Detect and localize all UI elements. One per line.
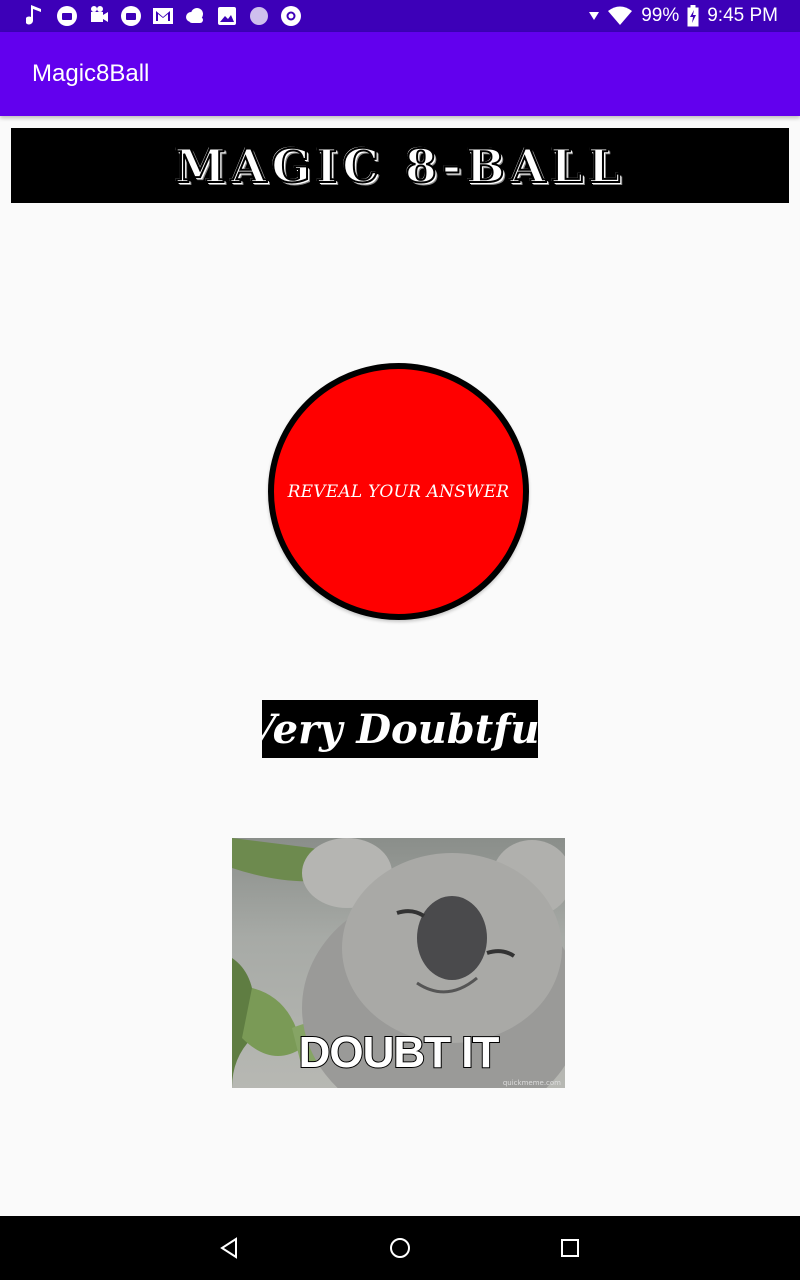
video-camera-icon: [88, 5, 110, 27]
app-bar: Magic8Ball: [0, 32, 800, 116]
answer-box: Very Doubtful: [262, 700, 538, 758]
back-icon[interactable]: [218, 1236, 242, 1260]
recents-icon[interactable]: [558, 1236, 582, 1260]
koala-meme-image: DOUBT IT quickmeme.com: [232, 838, 565, 1088]
magic-8-ball-banner: MAGIC 8-BALL: [11, 128, 789, 203]
chrome-icon: [280, 5, 302, 27]
signal-arrow-icon: [589, 5, 600, 27]
battery-percent: 99%: [641, 5, 680, 26]
answer-text: Very Doubtful: [262, 705, 538, 753]
meme-caption: DOUBT IT: [298, 1027, 501, 1078]
wifi-icon: [607, 5, 633, 27]
battery-icon: [687, 5, 699, 27]
app-title: Magic8Ball: [32, 60, 150, 87]
reveal-answer-button[interactable]: REVEAL YOUR ANSWER: [268, 363, 529, 620]
banner-title: MAGIC 8-BALL: [174, 138, 626, 194]
music-note-icon: [24, 5, 46, 27]
android-notification-icon: [120, 5, 142, 27]
reveal-answer-label: REVEAL YOUR ANSWER: [287, 481, 510, 502]
home-icon[interactable]: [388, 1236, 412, 1260]
notification-icons: [0, 5, 302, 27]
android-notification-icon: [56, 5, 78, 27]
weather-cloud-icon: [184, 5, 206, 27]
system-status: 99% 9:45 PM: [589, 5, 800, 27]
circle-icon: [248, 5, 270, 27]
navigation-bar: [0, 1216, 800, 1280]
image-icon: [216, 5, 238, 27]
gmail-icon: [152, 5, 174, 27]
clock: 9:45 PM: [707, 5, 778, 26]
status-bar: 99% 9:45 PM: [0, 0, 800, 32]
meme-watermark: quickmeme.com: [502, 1079, 561, 1087]
